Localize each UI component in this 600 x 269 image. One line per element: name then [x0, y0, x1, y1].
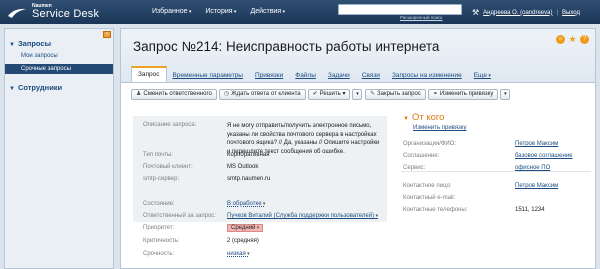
from-section-label: От кого	[411, 112, 445, 123]
tab-change-requests[interactable]: Запросы на изменение	[386, 69, 468, 82]
chevron-down-icon: ▼	[403, 116, 409, 122]
sidebar-section-label: Сотрудники	[17, 83, 63, 92]
button-label: Закрыть запрос	[377, 91, 421, 97]
tools-icon[interactable]: ⚒	[472, 8, 479, 17]
priority-label: Приоритет:	[143, 225, 175, 231]
tab-links[interactable]: Привязки	[249, 69, 289, 82]
urgency-label: Срочность:	[143, 251, 175, 257]
tab-bar: Запрос Временные параметры Привязки Файл…	[131, 65, 497, 82]
priority-field[interactable]: Средний	[227, 224, 264, 232]
close-request-button[interactable]: ✎ Закрыть запрос	[365, 89, 426, 100]
sidebar-section-requests[interactable]: ▼ Запросы	[9, 39, 51, 48]
phones-label: Контактные телефоны:	[403, 207, 468, 213]
sidebar-item-my-requests[interactable]: Мои запросы	[5, 51, 113, 61]
top-navigation-bar: Naumen Service Desk Избранное История Де…	[0, 0, 600, 24]
tab-files[interactable]: Файлы	[289, 69, 322, 82]
chevron-down-icon: ▼	[9, 42, 15, 48]
criticality-value: 2 (средняя)	[227, 238, 259, 244]
criticality-label: Критичность:	[143, 238, 180, 244]
section-divider	[401, 171, 591, 172]
settings-icon[interactable]: ☼	[556, 35, 565, 44]
tab-more[interactable]: Еще	[468, 69, 497, 82]
contact-link[interactable]: Петров Максим	[515, 183, 558, 189]
user-bar: ⚒ Андреева О. (oandreeva) | Выход	[472, 8, 580, 17]
collapse-sidebar-button[interactable]: «	[103, 31, 111, 38]
button-label: Ждать ответа от клиента	[231, 91, 301, 97]
page-header: Запрос №214: Неисправность работы интерн…	[121, 29, 595, 83]
description-value: Я не могу отправить/получить электронное…	[227, 123, 380, 155]
state-label: Состояние:	[143, 201, 175, 207]
resolve-button[interactable]: ✔ Решить ▾	[307, 89, 351, 100]
org-link[interactable]: Петров Максим	[515, 141, 558, 147]
advanced-search-link[interactable]: Расширенный поиск	[400, 15, 442, 20]
user-bar-separator: |	[556, 9, 559, 16]
main-panel: Запрос №214: Неисправность работы интерн…	[120, 28, 596, 269]
change-link-link[interactable]: Изменить привязку	[413, 125, 466, 131]
sidebar-item-urgent-requests[interactable]: Срочные запросы	[5, 64, 113, 74]
button-label: Сменить ответственного	[143, 91, 212, 97]
brand-product: Service Desk	[32, 8, 100, 20]
logo-swoosh-icon	[8, 8, 26, 18]
urgency-dropdown[interactable]: низкая	[227, 251, 250, 257]
menu-actions[interactable]: Действия	[250, 8, 285, 15]
menu-favorites[interactable]: Избранное	[152, 8, 191, 15]
wait-client-button[interactable]: ◷ Ждать ответа от клиента	[218, 89, 306, 100]
more-actions-dropdown-right[interactable]: ▾	[500, 89, 511, 100]
contact-label: Контактное лицо:	[403, 183, 452, 189]
search-input[interactable]	[338, 4, 462, 15]
responsible-label: Ответственный за запрос:	[143, 213, 216, 219]
mail-client-value: MS Outlook	[227, 164, 259, 170]
button-label: Решить	[319, 91, 341, 97]
logout-link[interactable]: Выход	[562, 10, 580, 16]
link-icon: ⚭	[432, 91, 438, 97]
tab-time-params[interactable]: Временные параметры	[167, 69, 249, 82]
help-icon[interactable]: ?	[580, 35, 589, 44]
action-toolbar: ♟ Сменить ответственного ◷ Ждать ответа от…	[131, 89, 363, 100]
sidebar: « ▼ Запросы Мои запросы Срочные запросы ▼…	[4, 28, 114, 269]
top-menu: Избранное История Действия	[152, 8, 285, 15]
tab-relations[interactable]: Связи	[356, 69, 386, 82]
person-icon: ♟	[136, 91, 142, 97]
action-toolbar-right: ✎ Закрыть запрос ⚭ Изменить привязку ▾	[365, 89, 511, 100]
wrench-icon: ✎	[370, 91, 376, 97]
smtp-label: smtp-сервер:	[143, 176, 180, 182]
description-label: Описание запроса:	[143, 122, 197, 128]
priority-badge[interactable]: Средний	[227, 224, 264, 232]
smtp-value: smtp.naumen.ru	[227, 176, 271, 182]
mail-client-label: Почтовый клиент:	[143, 164, 193, 170]
sidebar-section-label: Запросы	[17, 39, 51, 48]
chevron-down-icon: ▼	[9, 86, 15, 92]
mail-type-value: Корпоративная	[227, 152, 270, 158]
menu-history[interactable]: История	[205, 8, 236, 15]
agreement-label: Соглашение:	[403, 153, 440, 159]
button-label: Изменить привязку	[439, 91, 494, 97]
app-logo[interactable]: Naumen Service Desk	[6, 2, 136, 22]
responsible-link[interactable]: Пучков Виталий (Служба поддержки пользов…	[227, 213, 378, 219]
more-actions-dropdown[interactable]: ▾	[352, 89, 363, 100]
chevron-down-icon: ▾	[340, 91, 346, 97]
sidebar-section-employees[interactable]: ▼ Сотрудники	[9, 83, 62, 92]
email-label: Контактный e-mail:	[403, 195, 456, 201]
from-section-title[interactable]: ▼ От кого	[403, 112, 444, 123]
change-link-button[interactable]: ⚭ Изменить привязку	[427, 89, 499, 100]
check-icon: ✔	[312, 91, 318, 97]
user-profile-link[interactable]: Андреева О. (oandreeva)	[483, 10, 552, 16]
agreement-link[interactable]: базовое соглашение	[515, 153, 573, 159]
clock-icon: ◷	[223, 91, 230, 97]
header-actions: ☼ ★ ?	[556, 35, 589, 44]
page-title: Запрос №214: Неисправность работы интерн…	[133, 39, 440, 54]
phones-value: 1511, 1234	[515, 207, 545, 213]
favorite-star-icon[interactable]: ★	[568, 35, 577, 44]
state-dropdown[interactable]: В обработке	[227, 201, 265, 207]
tab-tasks[interactable]: Задачи	[322, 69, 356, 82]
change-responsible-button[interactable]: ♟ Сменить ответственного	[131, 89, 217, 100]
tab-request[interactable]: Запрос	[131, 66, 167, 82]
org-label: Организация/ФИО:	[403, 141, 457, 147]
mail-type-label: Тип почты:	[143, 152, 173, 158]
